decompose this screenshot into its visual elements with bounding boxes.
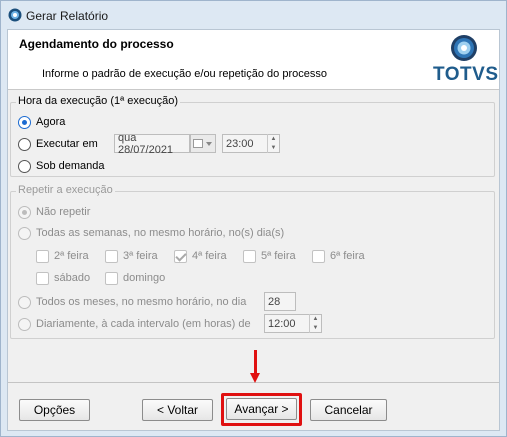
title-bar[interactable]: Gerar Relatório <box>1 1 506 29</box>
dialog-window: Gerar Relatório Agendamento do processo … <box>0 0 507 437</box>
page-subtitle: Informe o padrão de execução e/ou repeti… <box>42 68 327 80</box>
radio-button[interactable] <box>18 137 31 151</box>
radio-diario-label: Diariamente, à cada intervalo (em horas)… <box>36 318 251 330</box>
checkbox[interactable] <box>243 249 256 263</box>
radio-semanal[interactable]: Todas as semanas, no mesmo horário, no(s… <box>18 225 284 241</box>
weekday-sunday[interactable]: domingo <box>105 270 165 286</box>
time-spinner[interactable]: ▲ ▼ <box>267 134 279 153</box>
spin-down-icon[interactable]: ▼ <box>310 324 321 334</box>
radio-semanal-label: Todas as semanas, no mesmo horário, no(s… <box>36 227 285 239</box>
checkbox[interactable] <box>105 249 118 263</box>
weekday-label: 6ª feira <box>330 250 365 262</box>
radio-button[interactable] <box>18 295 31 309</box>
radio-button-selected[interactable] <box>18 205 31 219</box>
chevron-down-icon <box>206 141 212 146</box>
weekday-label: 2ª feira <box>54 250 89 262</box>
radio-button[interactable] <box>18 226 31 240</box>
radio-agora[interactable]: Agora <box>18 114 65 130</box>
weekday-thursday[interactable]: 5ª feira <box>243 248 296 264</box>
radio-button[interactable] <box>18 317 31 331</box>
execution-date-field[interactable]: qua 28/07/2021 <box>114 132 190 156</box>
interval-field[interactable]: 12:00 ▲ ▼ <box>264 314 322 333</box>
spin-down-icon[interactable]: ▼ <box>268 144 279 154</box>
weekday-label: sábado <box>54 272 91 284</box>
annotation-highlight-box <box>221 393 302 426</box>
weekday-tuesday[interactable]: 3ª feira <box>105 248 158 264</box>
radio-sob-demanda-label: Sob demanda <box>36 160 105 172</box>
month-day-field[interactable]: 28 <box>264 292 296 311</box>
radio-mensal-label: Todos os meses, no mesmo horário, no dia <box>36 296 247 308</box>
radio-executar-em[interactable]: Executar em <box>18 136 98 152</box>
window-title: Gerar Relatório <box>26 9 109 23</box>
radio-diario[interactable]: Diariamente, à cada intervalo (em horas)… <box>18 316 251 332</box>
checkbox[interactable] <box>36 249 49 263</box>
weekday-label: 4ª feira <box>192 250 227 262</box>
totvs-logo: TOTVS <box>433 34 499 88</box>
repeat-legend: Repetir a execução <box>16 184 115 196</box>
back-button[interactable]: < Voltar <box>142 399 213 421</box>
annotation-arrow <box>254 350 257 375</box>
checkbox-checked[interactable] <box>174 249 187 263</box>
execution-time-legend: Hora da execução (1ª execução) <box>16 95 180 107</box>
radio-mensal[interactable]: Todos os meses, no mesmo horário, no dia <box>18 294 246 310</box>
weekday-friday[interactable]: 6ª feira <box>312 248 365 264</box>
interval-value: 12:00 <box>268 317 296 330</box>
spin-up-icon[interactable]: ▲ <box>310 314 321 324</box>
radio-nao-repetir-label: Não repetir <box>36 206 91 218</box>
date-picker-button[interactable] <box>190 134 216 153</box>
spin-up-icon[interactable]: ▲ <box>268 134 279 144</box>
weekday-wednesday[interactable]: 4ª feira <box>174 248 227 264</box>
radio-executar-em-label: Executar em <box>36 138 98 150</box>
execution-time-value: 23:00 <box>226 137 254 150</box>
app-icon <box>8 8 22 22</box>
arrow-down-icon <box>250 373 260 383</box>
checkbox[interactable] <box>36 271 49 285</box>
radio-button[interactable] <box>18 159 31 173</box>
cancel-button[interactable]: Cancelar <box>310 399 387 421</box>
weekday-monday[interactable]: 2ª feira <box>36 248 89 264</box>
page-title: Agendamento do processo <box>19 37 174 51</box>
wizard-body: Agendamento do processo Informe o padrão… <box>7 29 500 431</box>
weekday-label: 3ª feira <box>123 250 158 262</box>
calendar-icon <box>193 139 203 148</box>
checkbox[interactable] <box>105 271 118 285</box>
logo-text: TOTVS <box>433 64 499 85</box>
totvs-logo-icon <box>451 35 477 61</box>
execution-time-field[interactable]: 23:00 ▲ ▼ <box>222 134 280 153</box>
weekday-label: domingo <box>123 272 166 284</box>
weekday-label: 5ª feira <box>261 250 296 262</box>
checkbox[interactable] <box>312 249 325 263</box>
radio-sob-demanda[interactable]: Sob demanda <box>18 158 105 174</box>
weekday-saturday[interactable]: sábado <box>36 270 90 286</box>
wizard-header: Agendamento do processo Informe o padrão… <box>8 30 499 90</box>
radio-button-selected[interactable] <box>18 115 31 129</box>
interval-spinner[interactable]: ▲ ▼ <box>309 314 321 333</box>
radio-nao-repetir[interactable]: Não repetir <box>18 204 90 220</box>
options-button[interactable]: Opções <box>19 399 90 421</box>
radio-agora-label: Agora <box>36 116 66 128</box>
